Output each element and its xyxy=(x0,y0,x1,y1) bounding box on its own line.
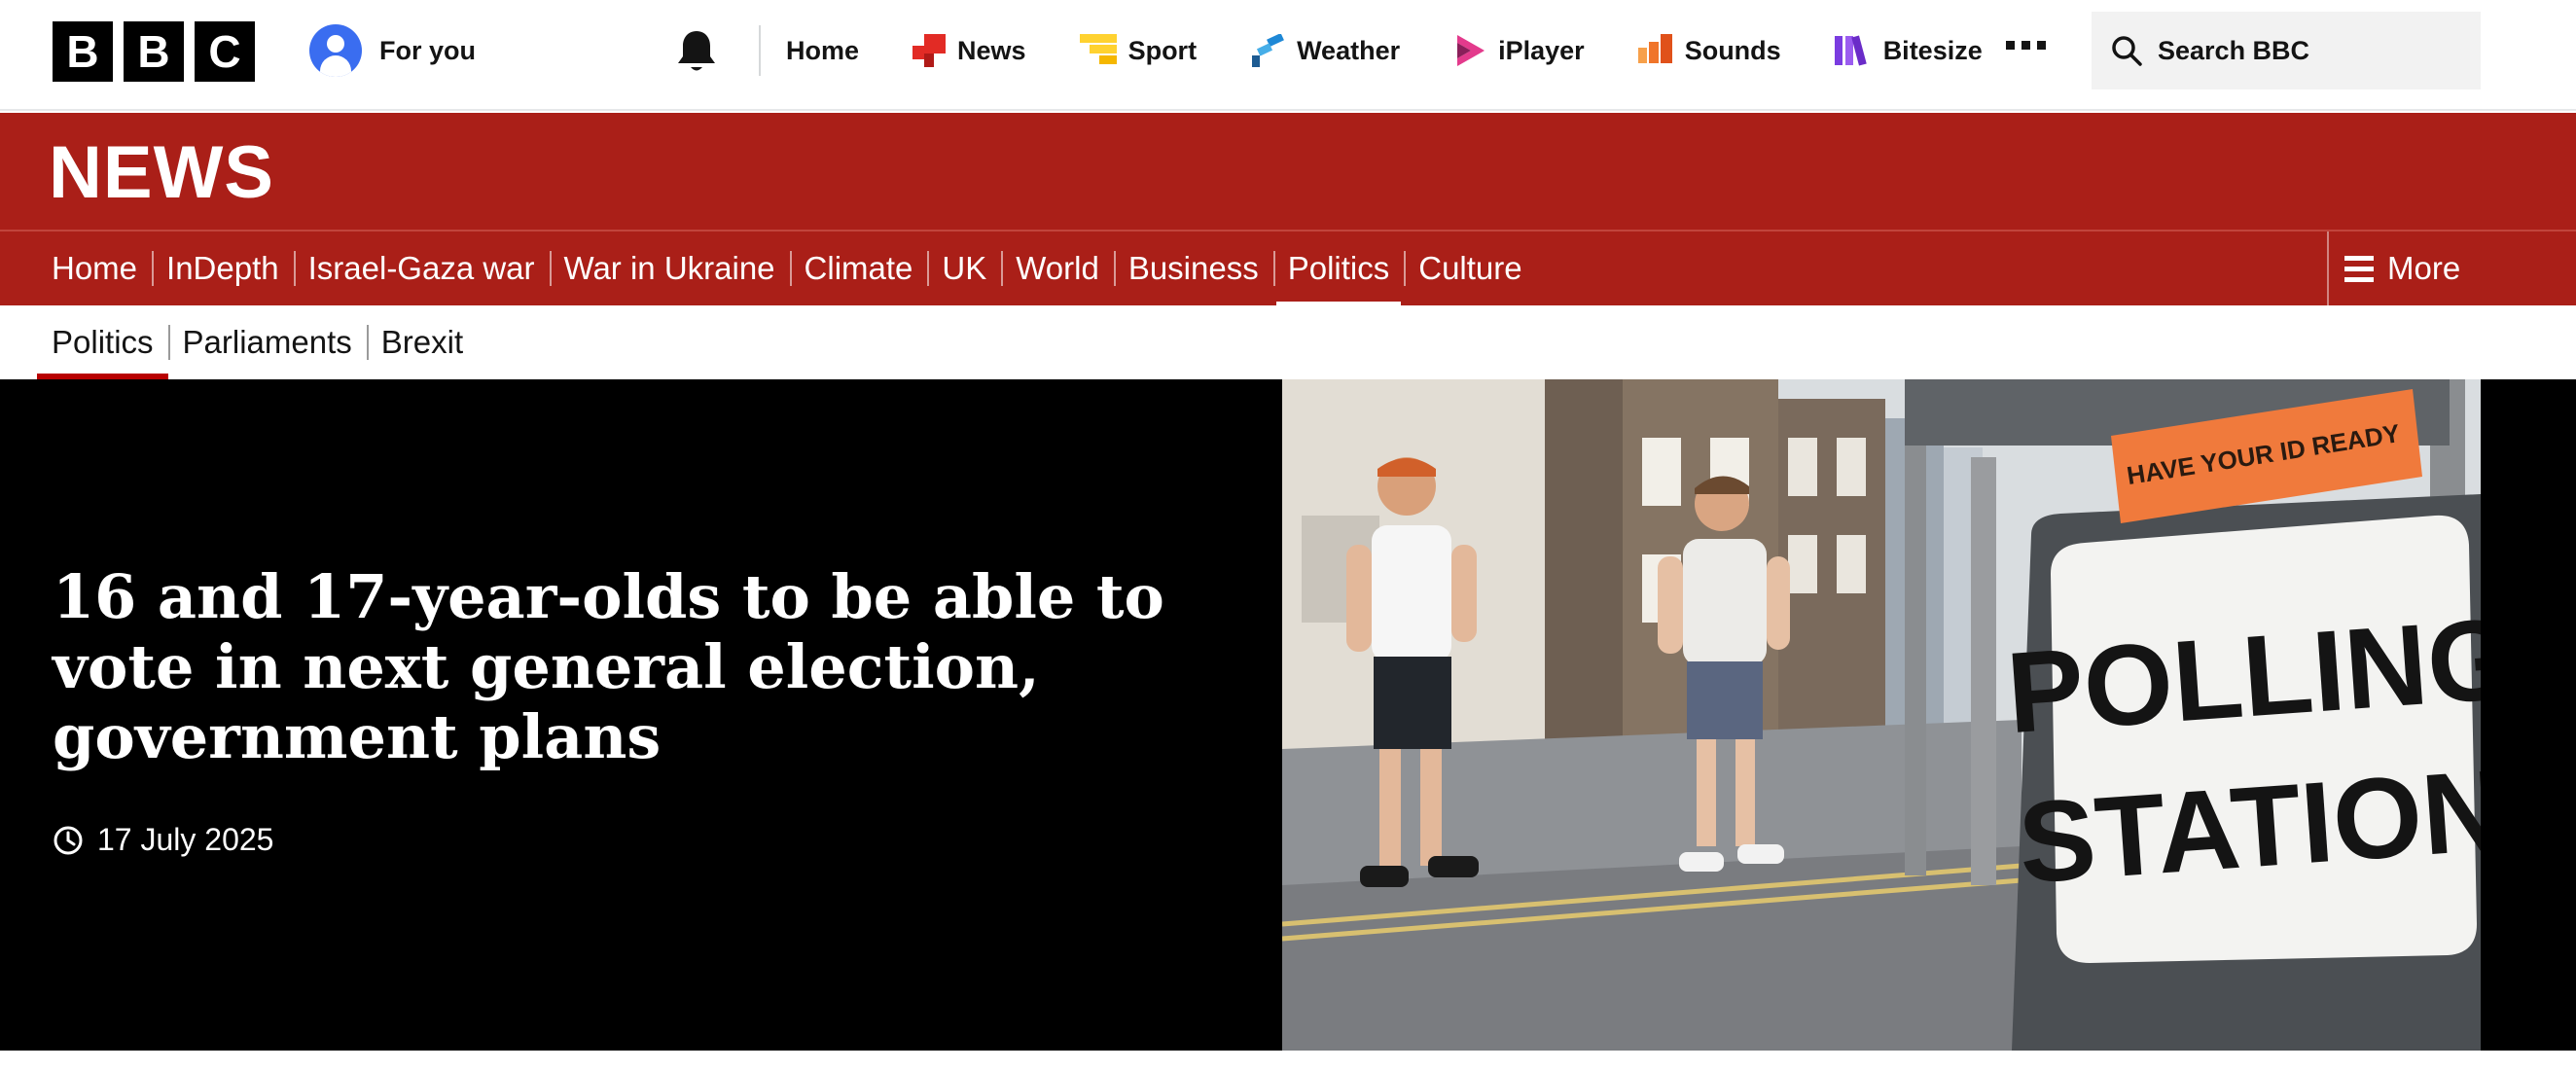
search-bbc-input[interactable]: Search BBC xyxy=(2092,12,2481,89)
global-nav-label: Weather xyxy=(1297,35,1401,65)
news-nav-uk[interactable]: UK xyxy=(927,232,1001,305)
global-nav-iplayer[interactable]: iPlayer xyxy=(1453,33,1585,68)
news-nav-culture[interactable]: Culture xyxy=(1404,232,1536,305)
hero-story: 16 and 17-year-olds to be able to vote i… xyxy=(0,379,2576,1051)
news-nav-business[interactable]: Business xyxy=(1113,232,1273,305)
page-body-start xyxy=(0,1051,2576,1070)
news-nav-world[interactable]: World xyxy=(1001,232,1114,305)
hero-timestamp: 17 July 2025 xyxy=(53,822,273,858)
subnav-parliaments[interactable]: Parliaments xyxy=(167,305,367,379)
news-nav-israel-gaza-war[interactable]: Israel-Gaza war xyxy=(293,232,550,305)
global-nav-label: Bitesize xyxy=(1882,35,1983,65)
account-icon xyxy=(309,24,362,77)
global-nav-label: News xyxy=(957,35,1026,65)
subnav-brexit[interactable]: Brexit xyxy=(366,305,478,379)
for-you-label: For you xyxy=(379,35,476,65)
notifications-bell-icon[interactable] xyxy=(673,27,720,76)
clock-icon xyxy=(54,826,83,854)
hero-headline[interactable]: 16 and 17-year-olds to be able to vote i… xyxy=(53,562,1239,772)
sport-icon xyxy=(1079,34,1117,64)
global-nav-label: iPlayer xyxy=(1498,35,1585,65)
bitesize-icon xyxy=(1834,35,1867,66)
global-nav-bitesize[interactable]: Bitesize xyxy=(1834,34,1983,67)
sounds-icon xyxy=(1637,34,1672,63)
bbc-logo[interactable]: B B C xyxy=(53,21,255,82)
iplayer-icon xyxy=(1457,35,1485,66)
news-nav-climate[interactable]: Climate xyxy=(789,232,928,305)
more-services-button[interactable] xyxy=(2006,41,2046,50)
subnav-politics[interactable]: Politics xyxy=(37,305,168,379)
news-nav-war-in-ukraine[interactable]: War in Ukraine xyxy=(549,232,790,305)
news-nav-indepth[interactable]: InDepth xyxy=(152,232,294,305)
search-icon xyxy=(2112,36,2142,66)
news-nav-politics[interactable]: Politics xyxy=(1272,232,1405,307)
global-nav-weather[interactable]: Weather xyxy=(1250,34,1400,67)
global-nav-news[interactable]: News xyxy=(912,34,1026,67)
news-nav-home[interactable]: Home xyxy=(37,232,152,305)
global-nav-label: Sounds xyxy=(1684,35,1781,65)
global-nav: Home News Sport Weather iPlayer Sounds B… xyxy=(786,0,2036,101)
news-icon xyxy=(912,34,947,67)
global-header: B B C For you Home News Sport Weather iP… xyxy=(0,0,2576,111)
news-banner: NEWS xyxy=(0,113,2576,230)
header-divider xyxy=(759,25,761,76)
polling-station-photo: HAVE YOUR ID READY POLLING STATION xyxy=(1282,379,2481,1051)
politics-sub-nav: Politics Parliaments Brexit xyxy=(0,305,2576,379)
global-nav-sport[interactable]: Sport xyxy=(1079,34,1198,67)
more-label: More xyxy=(2387,250,2461,286)
global-nav-label: Sport xyxy=(1127,35,1198,65)
weather-icon xyxy=(1252,34,1285,67)
more-menu-button[interactable]: More xyxy=(2327,232,2576,305)
global-nav-label: Home xyxy=(786,35,860,65)
global-nav-home[interactable]: Home xyxy=(786,36,859,66)
news-wordmark[interactable]: NEWS xyxy=(49,130,274,215)
for-you-link[interactable]: For you xyxy=(309,24,476,77)
hero-date: 17 July 2025 xyxy=(97,822,274,857)
hamburger-icon xyxy=(2344,255,2374,282)
global-nav-sounds[interactable]: Sounds xyxy=(1637,34,1781,67)
hero-photo[interactable]: HAVE YOUR ID READY POLLING STATION xyxy=(1282,379,2481,1051)
logo-letter: B xyxy=(124,21,184,82)
search-label: Search BBC xyxy=(2158,35,2310,65)
logo-letter: C xyxy=(195,21,255,82)
logo-letter: B xyxy=(53,21,113,82)
news-section-nav: Home InDepth Israel-Gaza war War in Ukra… xyxy=(0,230,2576,307)
